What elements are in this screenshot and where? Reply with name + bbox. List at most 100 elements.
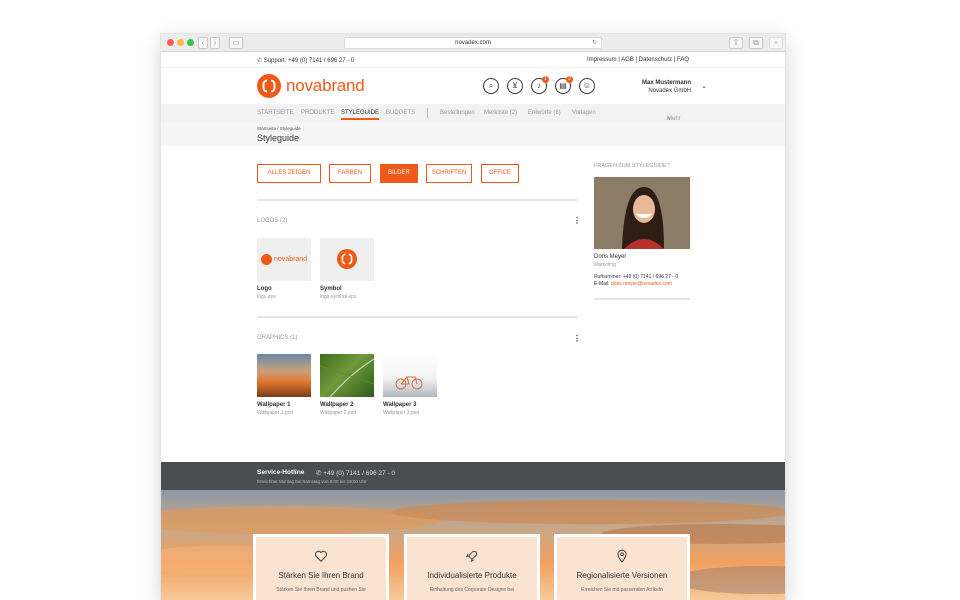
- user-menu[interactable]: Max Mustermann Novadex GmbH: [642, 79, 691, 95]
- feature-card-text: Erreichen Sie mit passenden Artikeln: [581, 587, 663, 593]
- page-header: Startseite / Styleguide Styleguide: [161, 122, 785, 146]
- feature-card-text: Einhaltung des Corporate Designs bei: [429, 587, 515, 593]
- feature-card-title: Individualisierte Produkte: [427, 571, 517, 580]
- section-divider: [257, 316, 577, 318]
- logo-thumbnail: novabrand: [261, 254, 307, 265]
- contact-email: E-Mail: doris.meyer@novadex.com: [594, 281, 672, 287]
- nav-item-merkliste[interactable]: Merkliste (2): [484, 110, 517, 116]
- hero-banner: Stärken Sie Ihren Brand Stärken Sie Ihre…: [161, 490, 785, 600]
- logos-more-icon[interactable]: ⋮: [573, 216, 581, 225]
- contact-photo: [594, 177, 690, 249]
- graphics-heading: GRAPHICS (1): [257, 335, 298, 341]
- wallpaper-2-name: Wallpaper 2: [320, 402, 354, 408]
- road-illustration: [320, 358, 374, 397]
- heart-icon: [256, 549, 386, 563]
- browser-window: ‹ › ▭ novadex.com ↻ ⇪ ⧉ + ✆ Support: +49…: [161, 34, 785, 600]
- service-hotline-bar: Service-Hotline ✆ +49 (0) 7141 / 696 27 …: [161, 462, 785, 490]
- logos-heading: LOGOS (2): [257, 218, 288, 224]
- user-circle-icon[interactable]: ☺: [579, 78, 595, 94]
- filter-all-button[interactable]: ALLES ZEIGEN: [257, 164, 321, 183]
- user-name: Max Mustermann: [641, 80, 691, 86]
- brand-symbol-icon: [337, 249, 357, 269]
- nav-item-startseite[interactable]: STARTSEITE: [257, 110, 293, 116]
- search-icon[interactable]: ⌕: [483, 78, 499, 94]
- support-phone[interactable]: ✆ Support: +49 (0) 7141 / 696 27 - 0: [257, 57, 354, 64]
- wallpaper-2-tile[interactable]: [320, 354, 374, 397]
- rocket-icon: [407, 549, 537, 563]
- bell-icon[interactable]: ♪ 1: [531, 76, 549, 94]
- logo-tile-file: logo.eps: [257, 294, 276, 300]
- minimize-window-button[interactable]: [177, 39, 184, 46]
- graphics-more-icon[interactable]: ⋮: [573, 334, 581, 343]
- feature-card-products[interactable]: Individualisierte Produkte Einhaltung de…: [404, 534, 540, 600]
- phone-icon: ✆: [316, 470, 322, 477]
- brand-wordmark: novabrand: [286, 76, 365, 95]
- sidebar-heading: FRAGEN ZUM STYLEGUIDE?: [594, 163, 670, 169]
- site-header: novabrand ⌕ ⊻ ♪ 1 ▤ 2 ☺ Max Mustermann Nov…: [161, 68, 785, 104]
- breadcrumb[interactable]: Startseite / Styleguide: [257, 126, 301, 131]
- section-divider: [257, 199, 577, 201]
- main-nav: STARTSEITE PRODUKTE STYLEGUIDE BUDGETS B…: [161, 104, 785, 122]
- contact-role: Marketing: [594, 262, 616, 268]
- close-window-button[interactable]: [167, 39, 174, 46]
- inbox-badge: 2: [566, 76, 573, 83]
- reload-icon[interactable]: ↻: [592, 38, 597, 49]
- nav-item-styleguide[interactable]: STYLEGUIDE: [341, 110, 380, 120]
- hotline-hours: Erreichbar Montag bis Samstag von 8:00 b…: [257, 479, 367, 484]
- url-text: novadex.com: [455, 40, 491, 46]
- wallpaper-2-file: Wallpaper 2.psd: [320, 410, 356, 416]
- filter-images-button[interactable]: BILDER: [380, 164, 418, 183]
- sidebar-toggle-icon[interactable]: ▭: [229, 37, 243, 49]
- feature-card-regional[interactable]: Regionalisierte Versionen Erreichen Sie …: [554, 534, 690, 600]
- back-button[interactable]: ‹: [198, 37, 208, 49]
- browser-toolbar: ‹ › ▭ novadex.com ↻ ⇪ ⧉ +: [161, 34, 785, 52]
- maximize-window-button[interactable]: [187, 39, 194, 46]
- inbox-icon[interactable]: ▤ 2: [555, 76, 573, 94]
- new-tab-button[interactable]: +: [769, 37, 783, 49]
- user-company: Novadex GmbH: [648, 88, 691, 94]
- symbol-tile-name: Symbol: [320, 286, 342, 292]
- logo-thumbnail-wordmark: novabrand: [274, 256, 308, 263]
- filter-fonts-button[interactable]: SCHRIFTEN: [426, 164, 472, 183]
- brand-symbol-icon: [257, 74, 281, 98]
- cart-icon[interactable]: ⊻: [507, 78, 523, 94]
- wallpaper-1-file: Wallpaper 1.psd: [257, 410, 293, 416]
- forward-button[interactable]: ›: [210, 37, 220, 49]
- share-icon[interactable]: ⇪: [729, 37, 743, 49]
- wallpaper-3-file: Wallpaper 3.psd: [383, 410, 419, 416]
- legal-links[interactable]: Impressum | AGB | Datenschutz | FAQ: [587, 57, 689, 63]
- contact-phone: Rufnummer: +49 (0) 7141 / 696 27 - 0: [594, 274, 679, 280]
- chevron-down-icon[interactable]: ⌄: [701, 82, 707, 90]
- filter-office-button[interactable]: OFFICE: [481, 164, 519, 183]
- contact-email-link[interactable]: doris.meyer@novadex.com: [611, 281, 672, 287]
- brand-symbol-icon: [261, 254, 272, 265]
- feature-card-text: Stärken Sie Ihren Brand und pushen Sie: [276, 587, 366, 593]
- filter-colors-button[interactable]: FARBEN: [329, 164, 371, 183]
- wallpaper-1-name: Wallpaper 1: [257, 402, 291, 408]
- nav-item-vorlagen[interactable]: Vorlagen: [572, 110, 596, 116]
- top-info-bar: ✆ Support: +49 (0) 7141 / 696 27 - 0 Imp…: [161, 52, 785, 68]
- nav-item-produkte[interactable]: PRODUKTE: [301, 110, 334, 116]
- feature-card-title: Regionalisierte Versionen: [576, 571, 668, 580]
- symbol-tile[interactable]: [320, 238, 374, 281]
- wallpaper-1-tile[interactable]: [257, 354, 311, 397]
- wallpaper-3-tile[interactable]: [383, 354, 437, 397]
- tabs-icon[interactable]: ⧉: [749, 37, 763, 49]
- bicycle-illustration: [395, 376, 423, 390]
- logo-tile[interactable]: novabrand: [257, 238, 311, 281]
- nav-item-budgets[interactable]: BUDGETS: [386, 110, 415, 116]
- symbol-tile-file: logo-symbol.eps: [320, 294, 357, 300]
- address-bar[interactable]: novadex.com ↻: [344, 37, 602, 49]
- nav-divider: [427, 108, 428, 118]
- contact-name: Doris Meyer: [594, 254, 627, 260]
- hotline-phone[interactable]: ✆ +49 (0) 7141 / 696 27 - 0: [316, 469, 395, 477]
- location-pin-icon: [557, 549, 687, 563]
- wallpaper-3-name: Wallpaper 3: [383, 402, 417, 408]
- bell-badge: 1: [542, 76, 549, 83]
- page-title: Styleguide: [257, 133, 300, 143]
- nav-item-bestellungen[interactable]: Bestellungen: [440, 110, 475, 116]
- nav-item-entwuerfe[interactable]: Entwürfe (8): [528, 110, 561, 116]
- feature-card-brand[interactable]: Stärken Sie Ihren Brand Stärken Sie Ihre…: [253, 534, 389, 600]
- phone-icon: ✆: [257, 58, 263, 64]
- brand-logo[interactable]: novabrand: [257, 74, 365, 98]
